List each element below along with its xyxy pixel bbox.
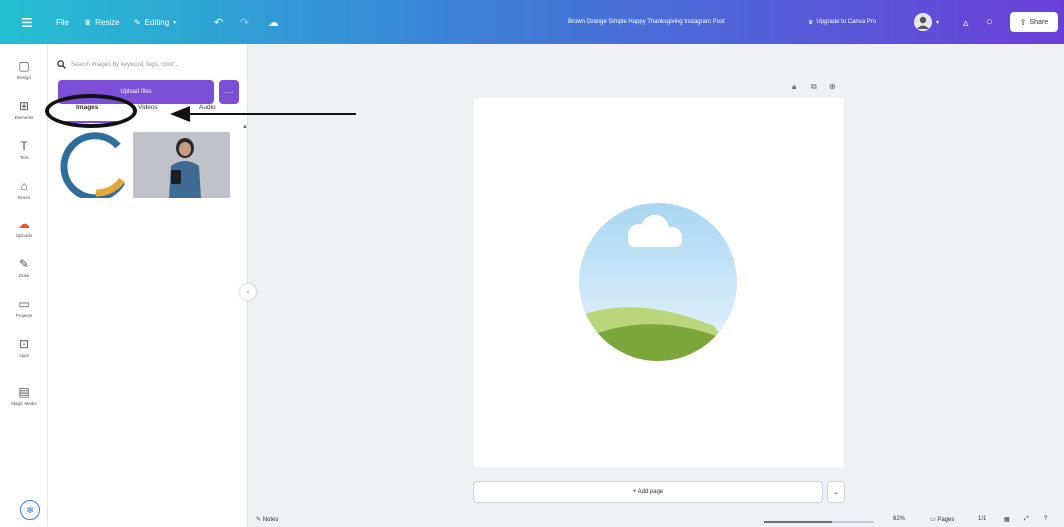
top-toolbar: File ♛ Resize ✎ Editing ▾ ↶ ↷ ☁ Brown Or… [0,0,1064,44]
sidebar-item-brand[interactable]: ⌂ Brand [0,172,48,208]
sidebar-item-design[interactable]: ▢ Design [0,52,48,88]
design-icon: ▢ [18,59,30,73]
more-options-button[interactable]: ··· [219,80,239,104]
sidebar-item-label: Elements [14,115,34,120]
zoom-slider-fill [764,521,833,523]
fullscreen-icon[interactable]: ⤢ [1024,516,1029,523]
redo-icon[interactable]: ↷ [240,0,249,44]
search-placeholder: Search images by keyword, tags, color... [71,62,179,68]
magic-media-icon: ▤ [18,385,30,399]
upload-thumbnail-photo[interactable] [133,132,230,198]
share-icon: ⇪ [1019,17,1027,27]
pages-button[interactable]: ▭ Pages [930,516,954,523]
notes-button[interactable]: ✎ Notes [256,516,278,523]
sidebar-item-apps[interactable]: ⊡ Apps [0,330,48,366]
search-icon [57,59,66,71]
avatar[interactable]: ▾ [914,0,939,44]
crown-icon: ♛ [84,17,92,27]
sidebar-item-text[interactable]: T Text [0,132,48,168]
analytics-icon[interactable]: ▵ [963,0,969,44]
projects-icon: ▭ [18,297,30,311]
annotation-circle [45,94,137,128]
zoom-slider[interactable] [764,521,874,523]
grid-view-icon[interactable]: ▦ [1004,516,1010,523]
zoom-level[interactable]: 62% [893,516,905,522]
lock-icon[interactable]: 🔒︎ [792,82,796,92]
uploads-icon: ☁ [18,217,30,231]
editing-mode-button[interactable]: ✎ Editing ▾ [134,0,176,44]
upgrade-button[interactable]: ♛ Upgrade to Canva Pro [808,0,876,44]
chevron-down-icon: ▾ [936,19,940,26]
chevron-down-icon: ▾ [173,19,177,26]
add-page-icon[interactable]: ⊕ [829,82,836,91]
pages-label: Pages [937,517,955,523]
sidebar-item-label: Uploads [15,233,33,238]
elements-icon: ⊞ [18,99,30,113]
draw-icon: ✎ [18,257,30,271]
sidebar-item-label: Design [16,75,31,80]
comment-icon[interactable]: ○ [986,0,993,44]
sidebar-item-label: Apps [18,353,30,358]
sidebar-item-draw[interactable]: ✎ Draw [0,250,48,286]
help-icon[interactable]: ? [1044,516,1047,522]
resize-label: Resize [95,17,120,27]
left-sidebar: ▢ Design ⊞ Elements T Text ⌂ Brand ☁ Upl… [0,44,48,527]
brand-icon: ⌂ [20,179,28,193]
add-page-button[interactable]: + Add page [473,481,823,503]
help-icon[interactable]: ✻ [20,500,40,520]
sidebar-item-label: Projects [15,313,33,318]
sidebar-item-magic-media[interactable]: ▤ Magic Media [0,378,48,414]
editing-label: Editing [144,17,170,27]
text-icon: T [20,139,28,153]
file-menu-button[interactable]: File [56,0,69,44]
upgrade-label: Upgrade to Canva Pro [816,19,877,25]
page-counter: 1/1 [978,516,987,522]
apps-icon: ⊡ [18,337,30,351]
image-placeholder[interactable] [474,98,844,467]
sidebar-item-uploads[interactable]: ☁ Uploads [0,210,48,246]
sidebar-item-label: Text [19,155,29,160]
document-title[interactable]: Brown Orange Simple Happy Thanksgiving I… [568,0,725,44]
resize-button[interactable]: ♛ Resize [84,0,120,44]
share-label: Share [1029,18,1049,26]
sidebar-item-projects[interactable]: ▭ Projects [0,290,48,326]
upload-thumbnail-ring[interactable] [56,132,130,202]
annotation-arrow [170,106,356,122]
panel-scrollbar[interactable]: ▲ [242,124,248,130]
sidebar-item-elements[interactable]: ⊞ Elements [0,92,48,128]
share-button[interactable]: ⇪ Share [1010,0,1058,44]
cloud-save-icon[interactable]: ☁ [268,0,279,44]
hamburger-icon[interactable] [22,0,32,44]
sidebar-item-label: Magic Media [11,401,37,406]
search-input[interactable]: Search images by keyword, tags, color... [57,56,239,74]
collapse-panel-button[interactable]: ‹ [240,284,256,300]
design-canvas-page[interactable] [474,98,844,467]
pencil-icon: ✎ [134,17,141,27]
duplicate-page-icon[interactable]: ⧉ [811,82,817,92]
tab-videos[interactable]: Videos [138,104,158,111]
crown-icon: ♛ [808,19,814,26]
notes-label: Notes [262,517,279,523]
chevron-down-icon[interactable]: ⌄ [827,481,845,503]
sidebar-item-label: Draw [18,273,30,278]
notes-icon: ✎ [256,517,263,523]
sidebar-item-label: Brand [17,195,30,200]
undo-icon[interactable]: ↶ [214,0,223,44]
